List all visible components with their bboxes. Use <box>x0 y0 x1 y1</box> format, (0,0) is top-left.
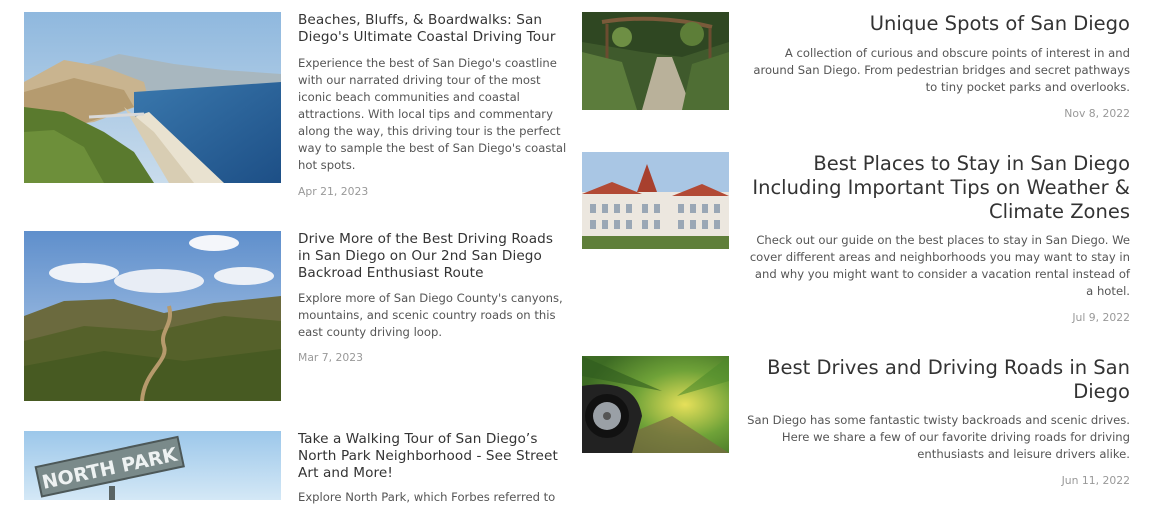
post-excerpt: A collection of curious and obscure poin… <box>753 46 1130 94</box>
post-title[interactable]: Drive More of the Best Driving Roads in … <box>298 231 568 282</box>
post-date: Apr 21, 2023 <box>298 185 369 198</box>
post-excerpt: Explore North Park, which Forbes referre… <box>298 490 556 504</box>
backroad-hills-photo-icon[interactable] <box>24 231 281 401</box>
post-date: Jul 9, 2022 <box>1072 311 1130 324</box>
post-title[interactable]: Take a Walking Tour of San Diego’s North… <box>298 431 568 482</box>
garden-path-photo-icon[interactable] <box>582 12 729 110</box>
coastal-cliffs-photo-icon[interactable] <box>24 12 281 183</box>
post-title[interactable]: Best Drives and Driving Roads in San Die… <box>745 356 1130 404</box>
north-park-sign-photo-icon[interactable]: NORTH PARK <box>24 431 281 500</box>
post-date: Jun 11, 2022 <box>1061 474 1130 487</box>
post-date: Mar 7, 2023 <box>298 351 364 364</box>
post-excerpt: Explore more of San Diego County's canyo… <box>298 291 563 339</box>
post-excerpt: Experience the best of San Diego's coast… <box>298 56 567 172</box>
post-excerpt: San Diego has some fantastic twisty back… <box>747 413 1130 461</box>
post-title[interactable]: Best Places to Stay in San Diego Includi… <box>745 152 1130 224</box>
hotel-del-photo-icon[interactable] <box>582 152 729 249</box>
post-date: Nov 8, 2022 <box>1064 107 1130 120</box>
post-title[interactable]: Unique Spots of San Diego <box>745 12 1130 36</box>
post-title[interactable]: Beaches, Bluffs, & Boardwalks: San Diego… <box>298 12 568 46</box>
speeding-car-photo-icon[interactable] <box>582 356 729 453</box>
post-excerpt: Check out our guide on the best places t… <box>749 233 1130 298</box>
